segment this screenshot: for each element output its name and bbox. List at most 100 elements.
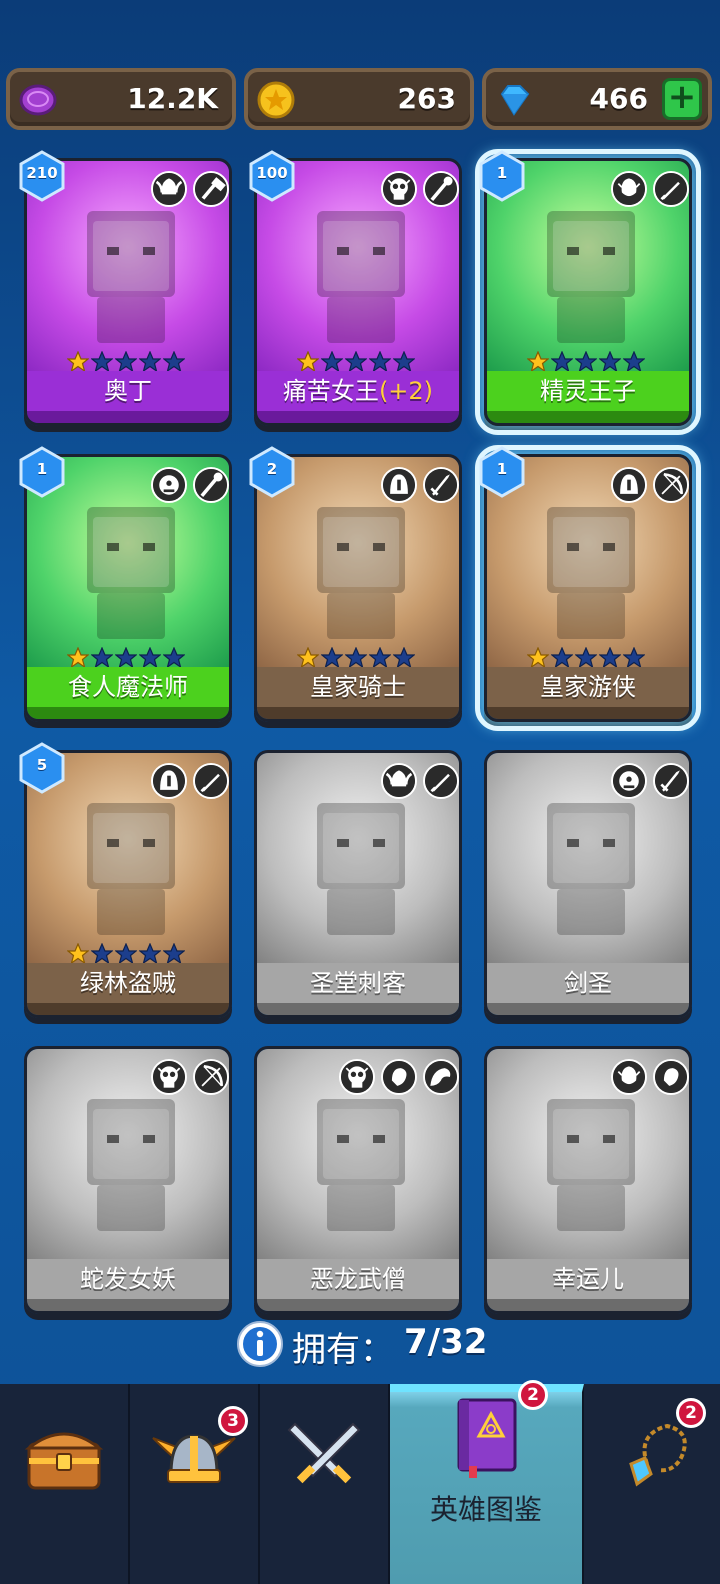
level-badge: 1: [18, 446, 66, 498]
hero-name-text: 奥丁: [104, 377, 152, 405]
hero-name-text: 绿林盗贼: [80, 969, 176, 997]
star-filled-icon: [527, 647, 549, 669]
purple-gem-counter: 12.2K: [6, 68, 236, 130]
hero-name: 食人魔法师: [27, 667, 229, 707]
tab-codex[interactable]: 英雄图鉴 2: [390, 1380, 584, 1584]
card-base: [487, 411, 689, 423]
star-filled-icon: [67, 351, 89, 373]
level-value: 1: [496, 164, 508, 182]
card-base: [257, 1003, 459, 1015]
hero-name: 剑圣: [487, 963, 689, 1003]
skull-icon: [151, 1059, 187, 1095]
star-rating: [67, 943, 187, 965]
tab-amulet[interactable]: 2: [584, 1384, 720, 1584]
coin-value: 263: [397, 82, 456, 115]
ogre-icon: [151, 467, 187, 503]
coin-counter: 263: [244, 68, 474, 130]
hero-name-text: 皇家游侠: [540, 673, 636, 701]
star-empty-icon: [369, 647, 391, 669]
diamond-counter: 466 +: [482, 68, 712, 130]
card-base: [27, 1299, 229, 1311]
hero-name-text: 圣堂刺客: [310, 969, 406, 997]
wing-helm-icon: [151, 171, 187, 207]
hero-name: 圣堂刺客: [257, 963, 459, 1003]
card-base: [27, 411, 229, 423]
star-empty-icon: [139, 647, 161, 669]
level-badge: 100: [248, 150, 296, 202]
chest-icon: [24, 1432, 104, 1490]
star-rating: [67, 351, 187, 373]
card-base: [257, 707, 459, 719]
coin-icon: [257, 81, 295, 119]
dagger-icon: [653, 171, 689, 207]
level-badge: 1: [478, 150, 526, 202]
level-value: 2: [266, 460, 278, 478]
bow-icon: [653, 467, 689, 503]
level-value: 210: [26, 164, 58, 182]
hero-name-text: 幸运儿: [552, 1265, 624, 1293]
tab-heroes[interactable]: 3: [130, 1384, 260, 1584]
hammer-icon: [193, 171, 229, 207]
elf-icon: [611, 1059, 647, 1095]
hero-card[interactable]: 圣堂刺客: [254, 750, 462, 1018]
helmet-icon: [151, 763, 187, 799]
book-icon: [457, 1398, 517, 1478]
star-empty-icon: [599, 351, 621, 373]
hero-card[interactable]: 恶龙武僧: [254, 1046, 462, 1314]
star-empty-icon: [91, 943, 113, 965]
amulet-badge: 2: [676, 1398, 706, 1428]
star-rating: [527, 647, 647, 669]
tab-chest[interactable]: [0, 1384, 130, 1584]
star-empty-icon: [369, 351, 391, 373]
elf-icon: [611, 171, 647, 207]
star-filled-icon: [527, 351, 549, 373]
hero-name-text: 皇家骑士: [310, 673, 406, 701]
tab-battle[interactable]: [260, 1384, 390, 1584]
hero-name: 蛇发女妖: [27, 1259, 229, 1299]
hero-name: 皇家游侠: [487, 667, 689, 707]
ogre-icon: [611, 763, 647, 799]
hero-card[interactable]: 剑圣: [484, 750, 692, 1018]
add-diamonds-button[interactable]: +: [662, 78, 702, 120]
star-empty-icon: [599, 647, 621, 669]
star-empty-icon: [163, 943, 185, 965]
star-rating: [297, 351, 417, 373]
hero-name-text: 剑圣: [564, 969, 612, 997]
hero-card[interactable]: 幸运儿: [484, 1046, 692, 1314]
card-base: [257, 411, 459, 423]
hero-name: 精灵王子: [487, 371, 689, 411]
fist-icon: [381, 1059, 417, 1095]
hero-name-text: 痛苦女王: [282, 377, 379, 405]
hero-name: 皇家骑士: [257, 667, 459, 707]
star-filled-icon: [297, 647, 319, 669]
dagger-icon: [423, 763, 459, 799]
level-badge: 210: [18, 150, 66, 202]
hero-name: 奥丁: [27, 371, 229, 411]
card-base: [487, 1299, 689, 1311]
level-badge: 2: [248, 446, 296, 498]
bottom-nav: 3 英雄图鉴 2 2: [0, 1380, 720, 1584]
star-empty-icon: [551, 647, 573, 669]
star-empty-icon: [139, 351, 161, 373]
hero-name: 痛苦女王(+2): [257, 371, 459, 411]
bow-icon: [193, 1059, 229, 1095]
star-empty-icon: [115, 351, 137, 373]
hero-card[interactable]: 蛇发女妖: [24, 1046, 232, 1314]
info-icon[interactable]: [236, 1320, 284, 1368]
level-value: 1: [496, 460, 508, 478]
diamond-icon: [500, 85, 530, 116]
sword-icon: [653, 763, 689, 799]
star-empty-icon: [623, 647, 645, 669]
star-empty-icon: [163, 351, 185, 373]
star-empty-icon: [551, 351, 573, 373]
card-base: [487, 1003, 689, 1015]
star-empty-icon: [345, 351, 367, 373]
star-empty-icon: [623, 351, 645, 373]
hero-name-text: 恶龙武僧: [310, 1265, 406, 1293]
level-badge: 5: [18, 742, 66, 794]
star-rating: [297, 647, 417, 669]
hero-name-text: 精灵王子: [540, 377, 636, 405]
amulet-icon: [629, 1423, 687, 1487]
helmet-icon: [611, 467, 647, 503]
star-empty-icon: [163, 647, 185, 669]
